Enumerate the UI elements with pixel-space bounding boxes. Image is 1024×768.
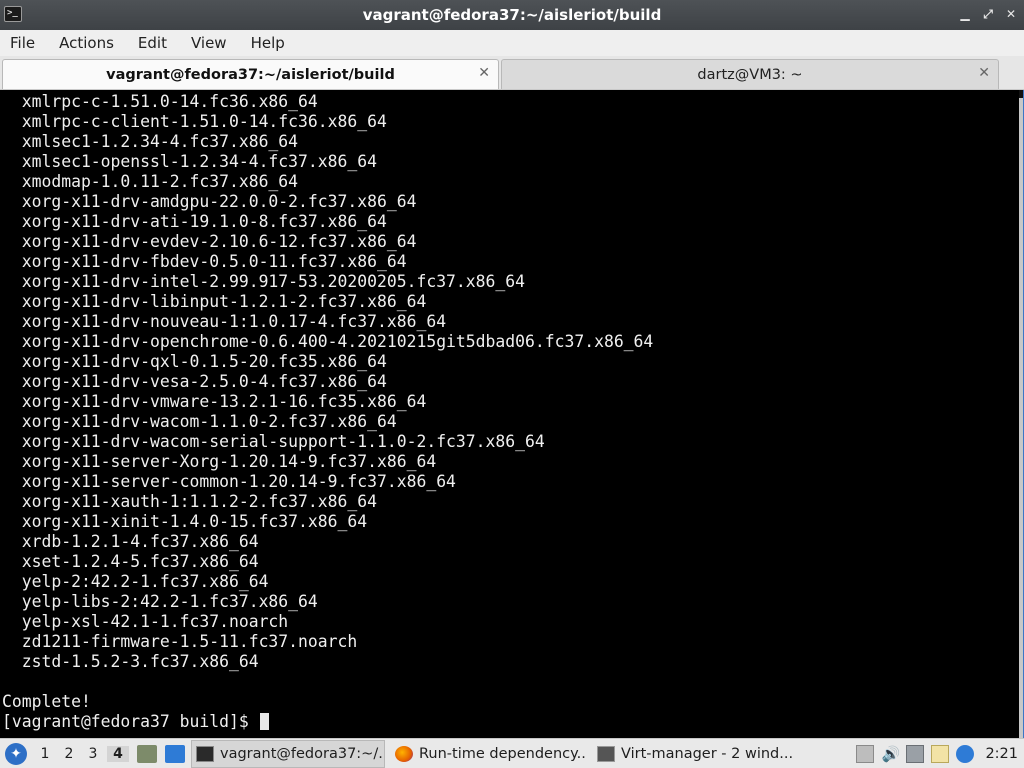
notification-icon[interactable] bbox=[956, 745, 975, 763]
terminal-line: xorg-x11-server-Xorg-1.20.14-9.fc37.x86_… bbox=[2, 452, 437, 471]
virt-manager-icon bbox=[597, 745, 615, 762]
terminal-line: yelp-xsl-42.1-1.fc37.noarch bbox=[2, 612, 289, 631]
updates-icon[interactable] bbox=[856, 745, 875, 763]
volume-icon[interactable]: 🔊 bbox=[881, 745, 900, 763]
terminal-app-icon[interactable]: >_ bbox=[4, 6, 22, 22]
close-button[interactable]: ✕ bbox=[1004, 6, 1018, 22]
terminal-line: xmlrpc-c-client-1.51.0-14.fc36.x86_64 bbox=[2, 112, 387, 131]
file-manager-icon[interactable] bbox=[137, 744, 157, 763]
tab-bar: vagrant@fedora37:~/aisleriot/build ✕ dar… bbox=[0, 56, 1024, 90]
task-terminal[interactable]: vagrant@fedora37:~/... bbox=[191, 739, 385, 768]
system-tray: 🔊 2:21 bbox=[856, 739, 1024, 768]
show-desktop-icon[interactable] bbox=[165, 744, 185, 763]
terminal-line: xset-1.2.4-5.fc37.x86_64 bbox=[2, 552, 259, 571]
terminal-line: xmlsec1-openssl-1.2.34-4.fc37.x86_64 bbox=[2, 152, 377, 171]
menu-bar: File Actions Edit View Help bbox=[0, 30, 1024, 56]
text-cursor bbox=[259, 713, 269, 730]
firefox-icon bbox=[395, 745, 413, 762]
start-menu-button[interactable]: ✦ bbox=[5, 742, 27, 765]
task-virt-manager[interactable]: Virt-manager - 2 wind... bbox=[593, 740, 793, 768]
terminal-line: yelp-2:42.2-1.fc37.x86_64 bbox=[2, 572, 269, 591]
task-label: Virt-manager - 2 wind... bbox=[621, 745, 793, 762]
terminal-line: xmodmap-1.0.11-2.fc37.x86_64 bbox=[2, 172, 299, 191]
menu-file[interactable]: File bbox=[10, 34, 35, 52]
tab-label: dartz@VM3: ~ bbox=[697, 66, 803, 83]
workspace-3[interactable]: 3 bbox=[87, 746, 99, 762]
terminal-line: zstd-1.5.2-3.fc37.x86_64 bbox=[2, 652, 259, 671]
terminal-line: xorg-x11-drv-wacom-1.1.0-2.fc37.x86_64 bbox=[2, 412, 397, 431]
workspace-1[interactable]: 1 bbox=[39, 746, 51, 762]
terminal-line: xorg-x11-drv-openchrome-0.6.400-4.202102… bbox=[2, 332, 654, 351]
terminal-output[interactable]: xmlrpc-c-1.51.0-14.fc36.x86_64 xmlrpc-c-… bbox=[0, 90, 1024, 738]
terminal-line: Complete! bbox=[2, 692, 91, 711]
task-firefox[interactable]: Run-time dependency... bbox=[391, 740, 587, 768]
terminal-line: xorg-x11-drv-wacom-serial-support-1.1.0-… bbox=[2, 432, 545, 451]
terminal-line: xorg-x11-drv-fbdev-0.5.0-11.fc37.x86_64 bbox=[2, 252, 407, 271]
terminal-line: xorg-x11-drv-ati-19.1.0-8.fc37.x86_64 bbox=[2, 212, 387, 231]
clipboard-icon[interactable] bbox=[931, 745, 950, 763]
terminal-line: xorg-x11-server-common-1.20.14-9.fc37.x8… bbox=[2, 472, 456, 491]
terminal-line: xorg-x11-drv-nouveau-1:1.0.17-4.fc37.x86… bbox=[2, 312, 447, 331]
terminal-line: xorg-x11-drv-intel-2.99.917-53.20200205.… bbox=[2, 272, 526, 291]
workspace-2[interactable]: 2 bbox=[63, 746, 75, 762]
minimize-button[interactable]: ▁ bbox=[958, 6, 972, 22]
terminal-line: xmlrpc-c-1.51.0-14.fc36.x86_64 bbox=[2, 92, 318, 111]
network-icon[interactable] bbox=[906, 745, 925, 763]
task-label: vagrant@fedora37:~/... bbox=[220, 745, 385, 762]
menu-actions[interactable]: Actions bbox=[59, 34, 114, 52]
terminal-line: xorg-x11-drv-vmware-13.2.1-16.fc35.x86_6… bbox=[2, 392, 427, 411]
terminal-prompt-line[interactable]: [vagrant@fedora37 build]$ bbox=[2, 712, 653, 732]
window-titlebar: >_ vagrant@fedora37:~/aisleriot/build ▁ … bbox=[0, 0, 1024, 30]
terminal-line: xorg-x11-drv-libinput-1.2.1-2.fc37.x86_6… bbox=[2, 292, 427, 311]
shell-prompt: [vagrant@fedora37 build]$ bbox=[2, 712, 259, 731]
clock[interactable]: 2:21 bbox=[985, 746, 1018, 762]
terminal-line: xorg-x11-drv-evdev-2.10.6-12.fc37.x86_64 bbox=[2, 232, 417, 251]
terminal-line: xorg-x11-xinit-1.4.0-15.fc37.x86_64 bbox=[2, 512, 368, 531]
maximize-button[interactable]: ⤢ bbox=[981, 6, 995, 22]
tab-label: vagrant@fedora37:~/aisleriot/build bbox=[106, 66, 395, 83]
terminal-line: xorg-x11-drv-amdgpu-22.0.0-2.fc37.x86_64 bbox=[2, 192, 417, 211]
terminal-line: xorg-x11-drv-vesa-2.5.0-4.fc37.x86_64 bbox=[2, 372, 387, 391]
terminal-line: xrdb-1.2.1-4.fc37.x86_64 bbox=[2, 532, 259, 551]
window-title: vagrant@fedora37:~/aisleriot/build bbox=[362, 6, 662, 24]
menu-edit[interactable]: Edit bbox=[138, 34, 167, 52]
terminal-line: xorg-x11-drv-qxl-0.1.5-20.fc35.x86_64 bbox=[2, 352, 387, 371]
task-label: Run-time dependency... bbox=[419, 745, 587, 762]
tab-close-icon[interactable]: ✕ bbox=[978, 65, 990, 81]
terminal-lines: xmlrpc-c-1.51.0-14.fc36.x86_64 xmlrpc-c-… bbox=[2, 92, 653, 732]
terminal-icon bbox=[196, 745, 214, 762]
tab-close-icon[interactable]: ✕ bbox=[478, 65, 490, 81]
terminal-line: yelp-libs-2:42.2-1.fc37.x86_64 bbox=[2, 592, 318, 611]
menu-view[interactable]: View bbox=[191, 34, 227, 52]
terminal-line: zd1211-firmware-1.5-11.fc37.noarch bbox=[2, 632, 358, 651]
terminal-line: xmlsec1-1.2.34-4.fc37.x86_64 bbox=[2, 132, 299, 151]
menu-help[interactable]: Help bbox=[251, 34, 285, 52]
tab-vagrant-build[interactable]: vagrant@fedora37:~/aisleriot/build ✕ bbox=[2, 59, 499, 89]
taskbar: ✦ 1 2 3 4 vagrant@fedora37:~/... Run-tim… bbox=[0, 738, 1024, 768]
workspace-4[interactable]: 4 bbox=[107, 745, 129, 762]
window-controls: ▁ ⤢ ✕ bbox=[958, 6, 1018, 22]
tab-dartz-vm3[interactable]: dartz@VM3: ~ ✕ bbox=[501, 59, 999, 89]
terminal-line: xorg-x11-xauth-1:1.1.2-2.fc37.x86_64 bbox=[2, 492, 377, 511]
